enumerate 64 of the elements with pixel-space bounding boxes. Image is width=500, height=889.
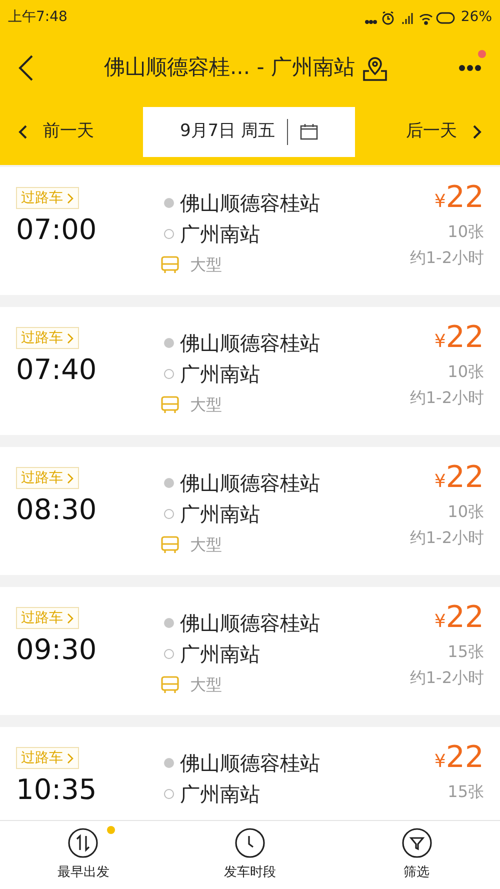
departure-time: 07:40 — [16, 353, 97, 387]
bus-icon — [160, 674, 180, 694]
price: ¥22 — [434, 181, 484, 217]
trip-card[interactable]: 过路车 08:30 佛山顺德容桂站 广州南站 大型 ¥22 10张 约1-2小时 — [0, 447, 500, 575]
sort-icon — [67, 827, 100, 860]
trip-card[interactable]: 过路车 10:35 佛山顺德容桂站 广州南站 ¥22 15张 — [0, 727, 500, 820]
toolbar-tab[interactable]: 发车时段 — [166, 821, 334, 889]
seats-left: 15张 — [448, 641, 484, 663]
next-day-button[interactable]: 后一天 — [406, 118, 500, 144]
bus-type: 大型 — [190, 254, 222, 276]
bus-icon — [160, 254, 180, 274]
bus-icon — [160, 534, 180, 554]
destination-station: 广州南站 — [180, 780, 260, 808]
destination-station: 广州南站 — [180, 640, 260, 668]
price: ¥22 — [434, 741, 484, 777]
travel-duration: 约1-2小时 — [410, 527, 484, 549]
destination-station: 广州南站 — [180, 500, 260, 528]
departure-time: 08:30 — [16, 493, 97, 527]
trip-card[interactable]: 过路车 07:40 佛山顺德容桂站 广州南站 大型 ¥22 10张 约1-2小时 — [0, 307, 500, 435]
price: ¥22 — [434, 321, 484, 357]
clock-icon — [234, 827, 266, 860]
bus-type: 大型 — [190, 534, 222, 556]
destination-station: 广州南站 — [180, 360, 260, 388]
calendar-icon — [300, 124, 318, 140]
toolbar-tab[interactable]: 最早出发 — [0, 821, 167, 889]
seats-left: 15张 — [448, 781, 484, 803]
more-icon[interactable] — [458, 64, 482, 72]
bus-icon — [160, 394, 180, 414]
seats-left: 10张 — [448, 221, 484, 243]
travel-duration: 约1-2小时 — [410, 667, 484, 689]
back-icon[interactable] — [18, 54, 34, 80]
chevron-right-icon — [67, 192, 74, 204]
departure-time: 07:00 — [16, 213, 97, 247]
chevron-right-icon — [67, 612, 74, 624]
travel-duration: 约1-2小时 — [410, 247, 484, 269]
battery-percent: 26% — [460, 8, 492, 27]
origin-station: 佛山顺德容桂站 — [180, 190, 320, 216]
destination-station: 广州南站 — [180, 220, 260, 248]
chevron-right-icon — [67, 752, 74, 764]
departure-time: 09:30 — [16, 633, 97, 667]
status-time: 上午7:48 — [8, 8, 68, 27]
bus-type: 大型 — [190, 674, 222, 696]
chevron-right-icon — [473, 124, 482, 138]
bus-type: 大型 — [190, 394, 222, 416]
seats-left: 10张 — [448, 501, 484, 523]
toolbar-tab[interactable]: 筛选 — [333, 821, 500, 889]
origin-station: 佛山顺德容桂站 — [180, 470, 320, 496]
origin-station: 佛山顺德容桂站 — [180, 330, 320, 356]
trip-card[interactable]: 过路车 09:30 佛山顺德容桂站 广州南站 大型 ¥22 15张 约1-2小时 — [0, 587, 500, 715]
origin-station: 佛山顺德容桂站 — [180, 750, 320, 776]
chevron-right-icon — [67, 332, 74, 344]
price: ¥22 — [434, 601, 484, 637]
chevron-left-icon — [18, 124, 27, 138]
origin-station: 佛山顺德容桂站 — [180, 610, 320, 636]
chevron-right-icon — [67, 472, 74, 484]
travel-duration: 约1-2小时 — [410, 387, 484, 409]
date-picker[interactable]: 9月7日 周五 — [143, 106, 355, 156]
seats-left: 10张 — [448, 361, 484, 383]
trip-card[interactable]: 过路车 07:00 佛山顺德容桂站 广州南站 大型 ¥22 10张 约1-2小时 — [0, 167, 500, 295]
departure-time: 10:35 — [16, 773, 97, 807]
price: ¥22 — [434, 461, 484, 497]
filter-icon — [400, 827, 433, 860]
previous-day-button[interactable]: 前一天 — [0, 118, 143, 144]
route-title: 佛山顺德容桂... - 广州南站 — [104, 54, 355, 81]
